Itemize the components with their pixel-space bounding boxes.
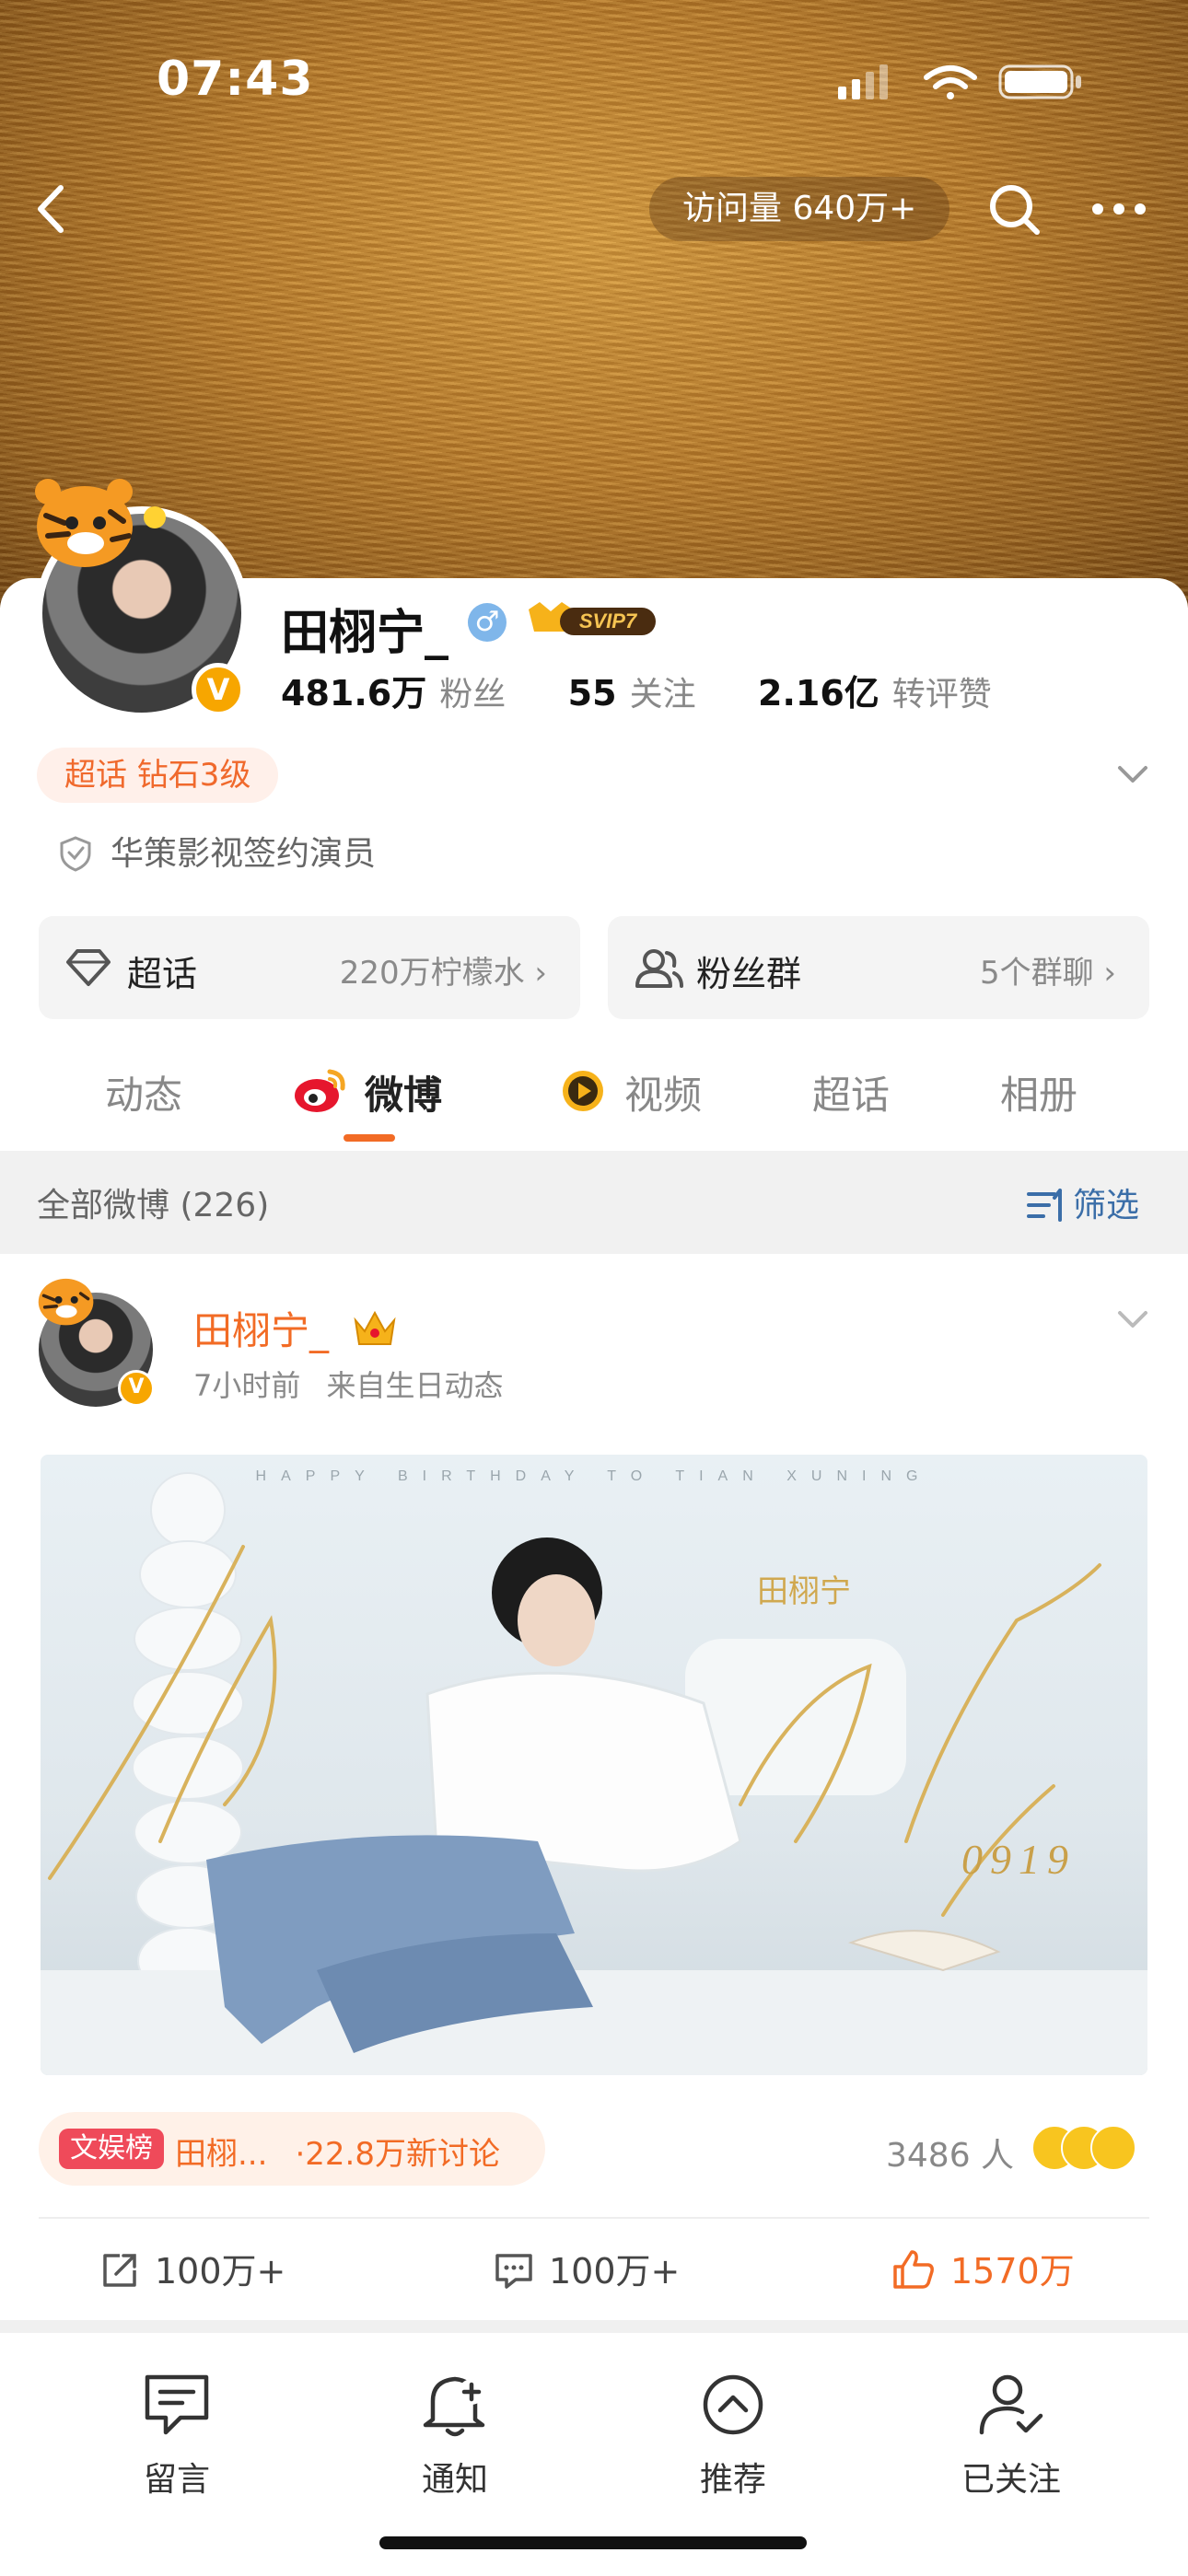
cellular-signal-icon [838,64,888,99]
visit-count-pill[interactable]: 访问量 640万+ [649,177,950,241]
chevron-up-circle-icon [703,2374,763,2435]
hot-topic-text: 田栩... ·22.8万新讨论 [175,2129,500,2174]
video-icon [563,1071,603,1111]
crown-icon [354,1310,396,1345]
search-icon[interactable] [982,177,1046,241]
following-button[interactable]: 已关注 [938,2370,1085,2501]
tab-dynamics[interactable]: 动态 [105,1064,182,1120]
profile-avatar[interactable]: V [28,470,258,727]
filter-icon [1027,1189,1062,1222]
like-button[interactable]: 1570万 [891,2243,1075,2293]
engaged-people-count[interactable]: 3486 人 [886,2129,1014,2176]
comment-icon [495,2254,532,2289]
verification-text: 华策影视签约演员 [111,835,377,873]
chaohua-card-value: 220万柠檬水 › [339,955,547,992]
group-icon [635,949,683,988]
following-label: 已关注 [961,2461,1061,2499]
post-source: 来自生日动态 [326,1368,504,1403]
chaohua-card[interactable]: 超话 220万柠檬水 › [39,916,580,1019]
post-meta: 7小时前 来自生日动态 [193,1363,504,1405]
stat-reposts-likes[interactable]: 2.16亿 转评赞 [758,673,992,714]
post-time: 7小时前 [193,1368,301,1403]
tab-weibo[interactable]: 微博 [365,1064,442,1120]
poster-banner-text: HAPPY BIRTHDAY TO TIAN XUNING [256,1468,933,1484]
shield-icon [60,836,91,872]
post-author-avatar[interactable]: V [33,1269,162,1407]
battery-icon [998,64,1081,99]
birthday-poster-graphic: HAPPY BIRTHDAY TO TIAN XUNING 田栩宁 0919 [41,1468,1147,2075]
profile-stats: 481.6万 粉丝 55 关注 2.16亿 转评赞 [281,665,992,715]
male-gender-icon: ♂ [468,603,507,642]
post-author-name[interactable]: 田栩宁_ [193,1300,400,1356]
weibo-logo-icon [295,1069,345,1112]
emoji-surprise-icon [1090,2125,1136,2171]
tab-album[interactable]: 相册 [1000,1064,1077,1120]
poster-date-text: 0919 [961,1836,1076,1883]
repost-button[interactable]: 100万+ [99,2243,285,2293]
tiger-decoration-icon [38,1278,94,1326]
status-time: 07:43 [157,52,314,107]
diamond-icon [66,949,111,986]
verification-row: 华策影视签约演员 [57,827,376,875]
filter-button[interactable]: 筛选 [1027,1178,1139,1226]
section-divider [0,2320,1188,2333]
comment-button[interactable]: 100万+ [494,2243,680,2293]
message-icon [145,2374,209,2435]
stat-following[interactable]: 55 关注 [568,673,696,714]
tiger-decoration-icon [35,479,166,567]
repost-icon [103,2254,136,2287]
post-menu-chevron-icon[interactable] [1114,1300,1151,1337]
verified-badge-icon: V [118,1370,155,1407]
wifi-icon [924,65,977,99]
back-arrow-icon[interactable] [20,177,85,241]
filter-label: 筛选 [1073,1187,1140,1224]
fan-group-card-label: 粉丝群 [696,954,802,994]
post-image[interactable]: HAPPY BIRTHDAY TO TIAN XUNING 田栩宁 0919 [41,1455,1147,2075]
message-button[interactable]: 留言 [103,2370,250,2501]
chevron-down-icon[interactable] [1114,755,1151,792]
tab-chaohua[interactable]: 超话 [812,1064,890,1120]
recommend-label: 推荐 [699,2461,766,2499]
thumbs-up-icon [893,2250,934,2289]
notify-button[interactable]: 通知 [381,2370,529,2501]
notify-label: 通知 [421,2461,488,2499]
action-separator [39,2217,1149,2219]
recommend-button[interactable]: 推荐 [659,2370,807,2501]
verified-badge-icon: V [192,663,245,716]
hot-list-tag: 文娱榜 [59,2129,164,2169]
hot-topic-count: ·22.8万新讨论 [295,2136,500,2173]
fan-group-card-value: 5个群聊 › [979,955,1116,992]
chaohua-level-badge[interactable]: 超话 钻石3级 [37,748,279,803]
home-indicator [379,2536,807,2549]
svip-label: SVIP7 [579,609,638,632]
all-posts-count: 全部微博 (226) [37,1187,270,1224]
svip-badge[interactable]: SVIP7 [525,600,659,641]
status-icons [838,64,1081,99]
user-check-icon [979,2374,1043,2435]
hot-topic-title: 田栩... [175,2136,268,2173]
fan-group-card[interactable]: 粉丝群 5个群聊 › [608,916,1149,1019]
stat-fans[interactable]: 481.6万 粉丝 [281,673,506,714]
more-options-icon[interactable] [1087,177,1151,241]
bell-plus-icon [423,2376,485,2437]
profile-name: 田栩宁_ [281,606,449,661]
poster-name-text: 田栩宁 [757,1573,851,1610]
tab-video[interactable]: 视频 [624,1064,702,1120]
message-label: 留言 [143,2461,210,2499]
chaohua-card-label: 超话 [127,954,198,994]
profile-tabs: 动态 微博 视频 超话 相册 [0,1031,1188,1151]
active-tab-indicator [344,1134,395,1142]
